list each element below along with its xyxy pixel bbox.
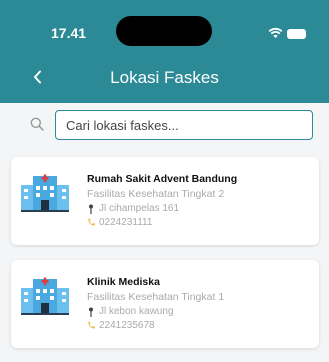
facility-phone: 0224231111 xyxy=(99,217,153,228)
search-bar xyxy=(0,103,329,148)
wifi-icon xyxy=(268,27,283,38)
hospital-icon xyxy=(21,277,69,315)
facility-type: Fasilitas Kesehatan Tingkat 2 xyxy=(87,188,225,200)
list-item[interactable]: Rumah Sakit Advent Bandung Fasilitas Kes… xyxy=(11,157,319,245)
facility-phone: 2241235678 xyxy=(99,320,155,331)
facility-name: Rumah Sakit Advent Bandung xyxy=(87,173,238,185)
search-icon xyxy=(30,117,44,131)
location-pin-icon xyxy=(89,307,93,317)
facility-list: Rumah Sakit Advent Bandung Fasilitas Kes… xyxy=(0,147,329,362)
page-title: Lokasi Faskes xyxy=(110,68,219,87)
app-header: 17.41 Lokasi Faskes xyxy=(0,0,329,103)
facility-address: Jl kebon kawung xyxy=(99,306,174,317)
phone-icon xyxy=(88,321,95,329)
facility-type: Fasilitas Kesehatan Tingkat 1 xyxy=(87,291,225,303)
location-pin-icon xyxy=(89,204,93,214)
phone-icon xyxy=(88,218,95,226)
status-time: 17.41 xyxy=(51,25,87,41)
dynamic-island xyxy=(116,16,212,46)
hospital-icon xyxy=(21,174,69,212)
battery-icon xyxy=(287,29,306,39)
facility-name: Klinik Mediska xyxy=(87,276,160,288)
facility-address: Jl cihampelas 161 xyxy=(99,203,180,214)
list-item[interactable]: Klinik Mediska Fasilitas Kesehatan Tingk… xyxy=(11,260,319,348)
search-input[interactable] xyxy=(55,110,313,140)
